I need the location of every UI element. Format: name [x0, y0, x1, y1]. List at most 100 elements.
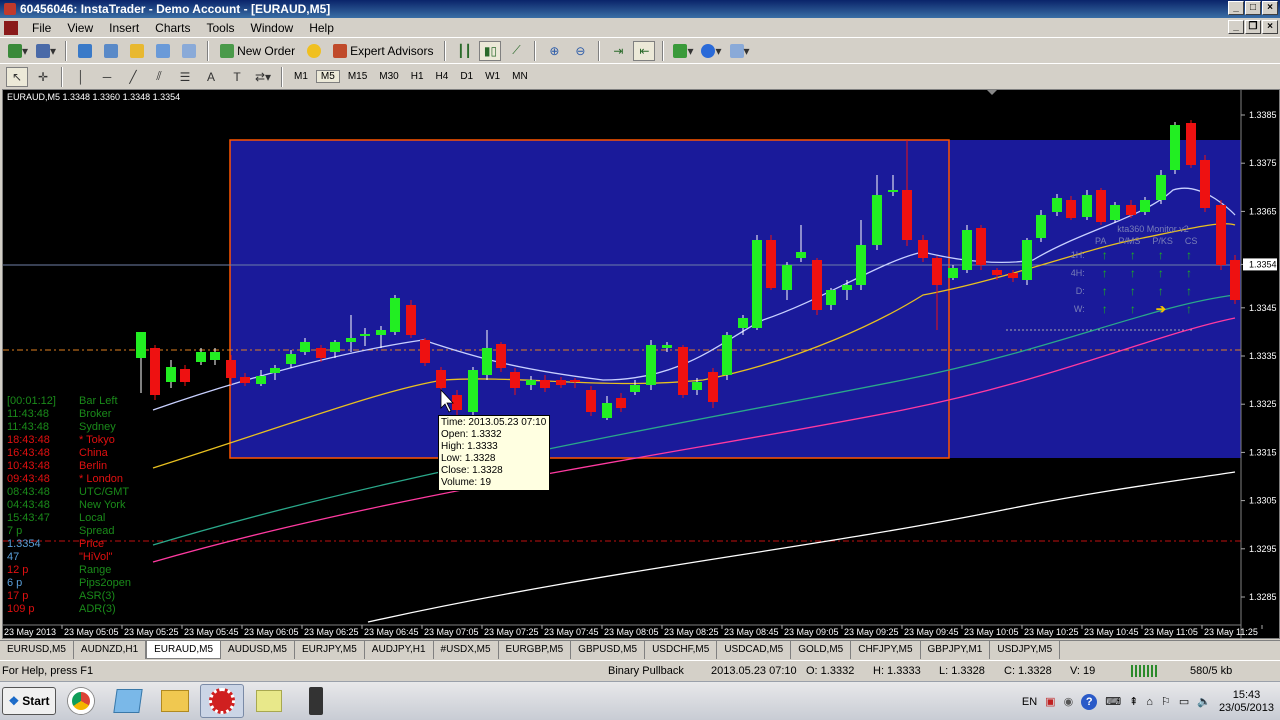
new-chart-button[interactable]: ▾: [6, 41, 30, 61]
strategy-tester-button[interactable]: [178, 41, 200, 61]
help-icon[interactable]: ?: [1081, 693, 1098, 710]
taskbar-files[interactable]: [106, 684, 150, 718]
pdf-icon[interactable]: ▣: [1045, 695, 1055, 708]
language-indicator[interactable]: EN: [1022, 696, 1037, 708]
expert-advisors-button[interactable]: Expert Advisors: [329, 41, 437, 61]
chart-tab[interactable]: EURJPY,M5: [295, 641, 365, 659]
fibonacci-button[interactable]: ☰: [174, 67, 196, 87]
timeframe-m30[interactable]: M30: [375, 71, 402, 82]
zoom-out-button[interactable]: ⊖: [569, 41, 591, 61]
arrows-button[interactable]: ⇄▾: [252, 67, 274, 87]
timeframe-h4[interactable]: H4: [432, 71, 453, 82]
maximize-button[interactable]: □: [1245, 1, 1261, 15]
auto-scroll-button[interactable]: ⇥: [607, 41, 629, 61]
candle-body: [1126, 205, 1136, 215]
profiles-button[interactable]: ▾: [34, 41, 58, 61]
data-window-button[interactable]: [100, 41, 122, 61]
market-clocks: [00:01:12] Bar Left 11:43:48 Broker 11:43:48…: [7, 395, 131, 616]
cursor-button[interactable]: ↖: [6, 66, 28, 87]
taskbar-chrome[interactable]: [59, 684, 103, 718]
text-label-button[interactable]: T: [226, 67, 248, 87]
tray-expand-icon[interactable]: ⇞: [1129, 695, 1138, 708]
clock-row: 7 p Spread: [7, 525, 131, 538]
menu-insert[interactable]: Insert: [101, 21, 147, 35]
line-chart-button[interactable]: ⟋: [505, 41, 527, 61]
text-button[interactable]: A: [200, 67, 222, 87]
navigator-button[interactable]: [126, 41, 148, 61]
monitor-icon[interactable]: ▭: [1179, 695, 1189, 708]
new-order-button[interactable]: New Order: [216, 41, 299, 61]
zoom-out-icon: ⊖: [575, 43, 586, 58]
menu-tools[interactable]: Tools: [199, 21, 243, 35]
keyboard-icon[interactable]: ⌨: [1105, 695, 1121, 708]
candle-body: [630, 385, 640, 392]
chart-tab[interactable]: EURAUD,M5: [146, 641, 222, 659]
chart-tab[interactable]: AUDUSD,M5: [221, 641, 295, 659]
flag-icon[interactable]: ⚐: [1161, 695, 1171, 708]
network-icon[interactable]: ⌂: [1146, 696, 1153, 708]
price-chart[interactable]: EURAUD,M5 1.3348 1.3360 1.3348 1.3354 1.…: [2, 89, 1280, 639]
taskbar-explorer[interactable]: [153, 684, 197, 718]
chart-tab[interactable]: EURUSD,M5: [0, 641, 74, 659]
chart-tab[interactable]: EURGBP,M5: [499, 641, 572, 659]
chart-canvas[interactable]: 1.3385 1.3375 1.3365 1.3354 1.3345 1.3335 1.33…: [3, 90, 1279, 638]
chart-tab[interactable]: AUDJPY,H1: [365, 641, 434, 659]
bar-chart-button[interactable]: ┃┃: [453, 41, 475, 61]
volume-icon[interactable]: 🔈: [1197, 695, 1211, 708]
chart-minimize-button[interactable]: _: [1228, 20, 1244, 34]
time-label: 23 May 11:05: [1144, 627, 1198, 637]
vertical-line-button[interactable]: │: [70, 67, 92, 87]
timeframe-m5[interactable]: M5: [315, 70, 340, 83]
chart-tab[interactable]: GBPUSD,M5: [571, 641, 646, 659]
chart-shift-button[interactable]: ⇤: [633, 40, 656, 61]
chart-tab[interactable]: GOLD,M5: [791, 641, 852, 659]
clock-row: [00:01:12] Bar Left: [7, 395, 131, 408]
crosshair-button[interactable]: ✛: [32, 67, 54, 87]
timeframe-w1[interactable]: W1: [481, 71, 504, 82]
arrow-right-icon: ➔: [1155, 302, 1166, 316]
taskbar-clock[interactable]: 15:43 23/05/2013: [1219, 689, 1274, 715]
zoom-in-button[interactable]: ⊕: [543, 41, 565, 61]
alert-button[interactable]: [303, 41, 325, 61]
new-order-icon: [220, 43, 235, 58]
indicators-button[interactable]: ▾: [671, 41, 695, 61]
templates-button[interactable]: ▾: [728, 41, 752, 61]
horizontal-line-button[interactable]: ─: [96, 67, 118, 87]
market-watch-button[interactable]: [74, 41, 96, 61]
minimize-button[interactable]: _: [1228, 1, 1244, 15]
taskbar-notes[interactable]: [247, 684, 291, 718]
timeframe-m15[interactable]: M15: [344, 71, 371, 82]
chart-restore-button[interactable]: ❐: [1245, 20, 1261, 34]
candlestick-button[interactable]: ▮▯: [479, 40, 502, 61]
close-button[interactable]: ×: [1262, 1, 1278, 15]
chart-tab[interactable]: USDJPY,M5: [990, 641, 1061, 659]
record-icon[interactable]: ◉: [1064, 695, 1074, 708]
menu-charts[interactable]: Charts: [147, 21, 198, 35]
timeframe-d1[interactable]: D1: [456, 71, 477, 82]
start-button[interactable]: ❖ Start: [2, 687, 56, 715]
chart-tab[interactable]: GBPJPY,M1: [921, 641, 991, 659]
new-chart-icon: [8, 43, 22, 58]
candle-body: [300, 342, 310, 352]
chart-close-button[interactable]: ×: [1262, 20, 1278, 34]
menu-help[interactable]: Help: [301, 21, 342, 35]
trendline-button[interactable]: ╱: [122, 67, 144, 87]
chart-tab[interactable]: USDCAD,M5: [717, 641, 792, 659]
chart-tab[interactable]: USDCHF,M5: [645, 641, 718, 659]
timeframe-mn[interactable]: MN: [508, 71, 532, 82]
chart-window-icon[interactable]: [4, 20, 18, 35]
clock-label: Broker: [79, 408, 112, 420]
chart-tab[interactable]: AUDNZD,H1: [74, 641, 147, 659]
chart-tab[interactable]: #USDX,M5: [434, 641, 499, 659]
terminal-button[interactable]: [152, 41, 174, 61]
menu-window[interactable]: Window: [243, 21, 302, 35]
timeframe-m1[interactable]: M1: [290, 71, 312, 82]
periods-button[interactable]: ▾: [699, 41, 723, 61]
menu-view[interactable]: View: [59, 21, 101, 35]
channel-button[interactable]: ⫽: [148, 67, 170, 87]
taskbar-instatrader[interactable]: [200, 684, 244, 718]
menu-file[interactable]: File: [24, 21, 59, 35]
timeframe-h1[interactable]: H1: [407, 71, 428, 82]
chart-tab[interactable]: CHFJPY,M5: [851, 641, 921, 659]
taskbar-usb[interactable]: [294, 684, 338, 718]
